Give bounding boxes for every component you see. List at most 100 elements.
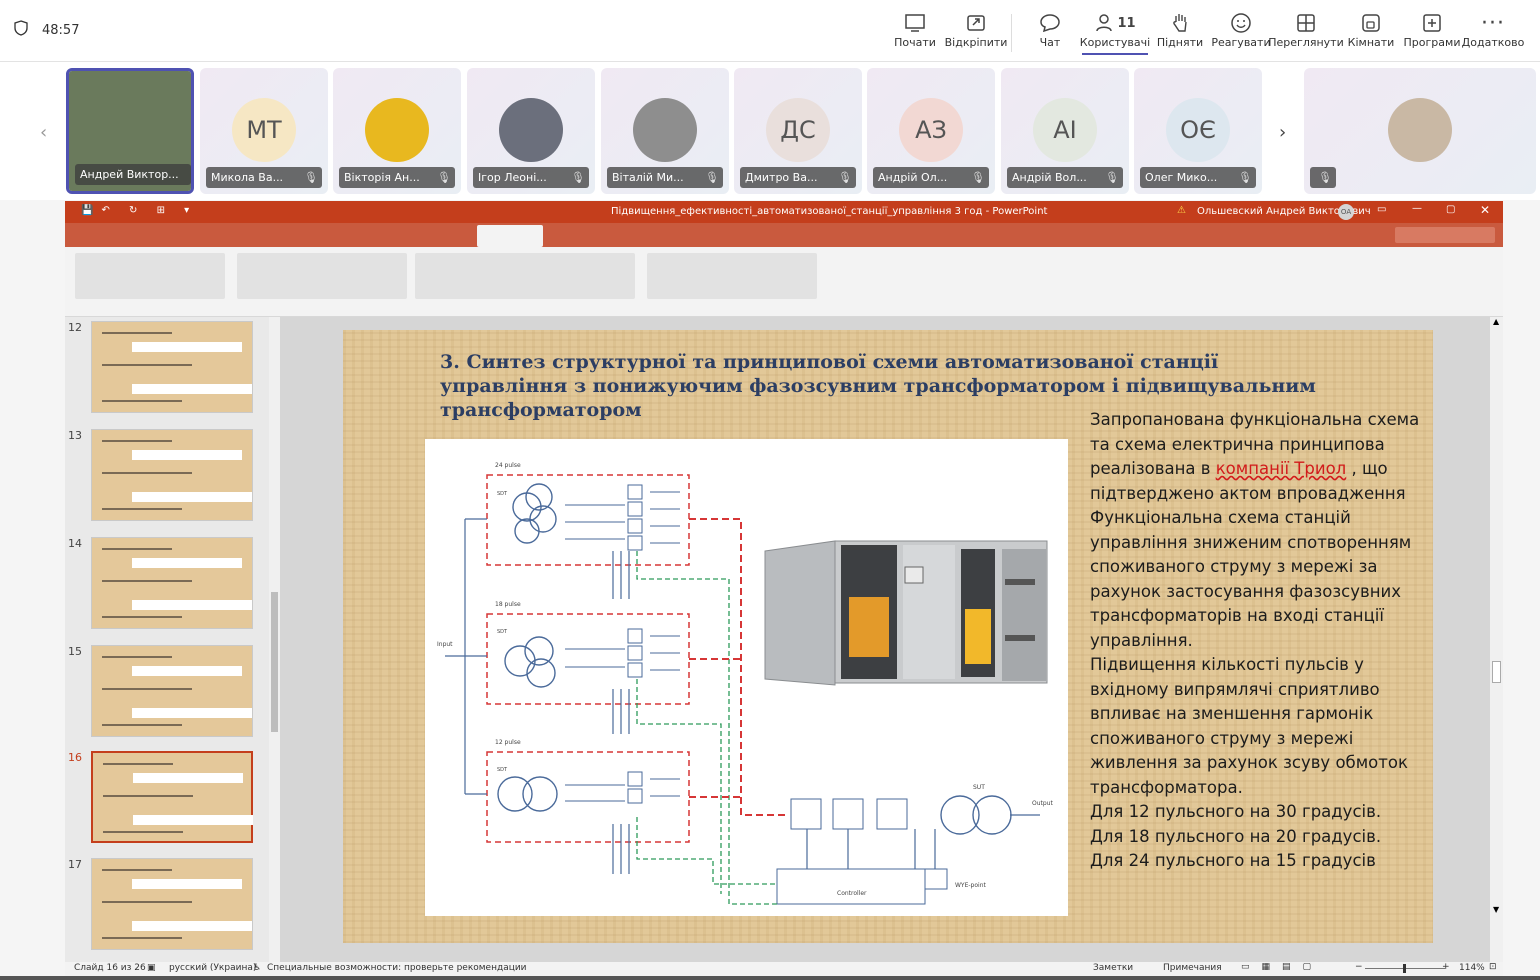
- spellcheck-icon[interactable]: ▣: [147, 963, 156, 973]
- meeting-info: 48:57: [14, 20, 79, 40]
- chevron-right-icon[interactable]: ›: [1279, 122, 1286, 143]
- slide-thumbnail[interactable]: [91, 321, 253, 413]
- schematic-image: 24 pulse 18 pulse 12 pulse SDT SDT SDT I…: [425, 439, 1068, 916]
- scroll-up-icon[interactable]: ▲: [1493, 317, 1499, 326]
- meeting-actions: Почати Відкріпити Чат 11 Користувачі Під…: [883, 10, 1525, 55]
- react-button[interactable]: Реагувати: [1211, 10, 1271, 49]
- scroll-down-icon[interactable]: ▼: [1493, 905, 1499, 914]
- comments-button[interactable]: Примечания: [1163, 963, 1222, 973]
- rooms-button[interactable]: Кімнати: [1342, 10, 1400, 49]
- zoom-out-icon[interactable]: −: [1355, 962, 1363, 972]
- more-button[interactable]: ··· Додатково: [1462, 10, 1525, 50]
- participant-tile[interactable]: Віталій Ми... 🎙: [601, 68, 729, 194]
- svg-text:WYE-point: WYE-point: [955, 882, 987, 889]
- minimize-icon[interactable]: —: [1412, 203, 1422, 214]
- language-status[interactable]: русский (Украина): [169, 963, 256, 973]
- fit-slide-icon[interactable]: ⊡: [1489, 962, 1497, 972]
- start-video-button[interactable]: Почати: [886, 10, 944, 49]
- slide-thumbnail[interactable]: [91, 858, 253, 950]
- slide-scrollbar[interactable]: ▲ ▼: [1490, 317, 1503, 962]
- mic-muted-icon: 🎙: [571, 171, 585, 184]
- thumbnail-scrollbar[interactable]: [269, 317, 280, 962]
- zoom-slider[interactable]: [1365, 964, 1445, 973]
- ribbon-share-button[interactable]: [1395, 227, 1495, 243]
- participant-name: Андрій Вол... 🎙: [1007, 167, 1123, 188]
- label-18-pulse: 18 pulse: [495, 601, 521, 608]
- thumbnail-number: 14: [68, 537, 82, 550]
- pulse-18-text: Для 18 пульсного на 20 градусів.: [1090, 826, 1382, 846]
- thumbnail-content: [102, 656, 172, 658]
- mic-muted-icon: 🎙: [437, 171, 451, 184]
- thumbnail-scroll-thumb[interactable]: [271, 592, 278, 732]
- thumbnail-content: [102, 548, 172, 550]
- accessibility-status[interactable]: Специальные возможности: проверьте реком…: [267, 963, 527, 973]
- ribbon-tab-active[interactable]: [477, 225, 543, 247]
- zoom-in-icon[interactable]: +: [1442, 962, 1450, 972]
- ribbon-group[interactable]: [237, 253, 407, 299]
- slide-scroll-thumb[interactable]: [1492, 661, 1501, 683]
- thumbnail-content: [132, 879, 242, 889]
- thumbnail-content: [102, 688, 192, 690]
- thumbnail-content: [133, 773, 243, 783]
- slide-thumbnail[interactable]: [91, 645, 253, 737]
- thumbnail-content: [102, 724, 182, 726]
- thumbnail-content: [132, 492, 252, 502]
- close-icon[interactable]: ✕: [1480, 203, 1490, 217]
- ribbon-tabs[interactable]: [65, 223, 1503, 247]
- participant-count: 11: [1117, 15, 1136, 31]
- participant-tile[interactable]: ОЄ Олег Мико... 🎙: [1134, 68, 1262, 194]
- mic-muted-icon: 🎙: [705, 171, 719, 184]
- accessibility-icon[interactable]: ♿: [253, 963, 261, 973]
- pulse-12-text: Для 12 пульсного на 30 градусів.: [1090, 802, 1382, 821]
- slide-thumbnail[interactable]: [91, 537, 253, 629]
- ribbon-group[interactable]: [75, 253, 225, 299]
- view-switcher[interactable]: ▭▦▤▢: [1241, 962, 1323, 972]
- unpin-button[interactable]: Відкріпити: [945, 10, 1007, 49]
- ribbon-display-icon[interactable]: ▭: [1377, 204, 1386, 215]
- maximize-icon[interactable]: ▢: [1446, 204, 1455, 215]
- quick-access-toolbar[interactable]: 💾↶ ↻ ⊞ ▾: [81, 205, 197, 216]
- people-button[interactable]: 11 Користувачі: [1080, 10, 1150, 55]
- zoom-slider-thumb[interactable]: [1403, 964, 1406, 973]
- react-icon: [1230, 10, 1252, 36]
- zoom-level[interactable]: 114%: [1459, 963, 1485, 973]
- warning-icon: ⚠: [1177, 205, 1186, 216]
- participant-tile[interactable]: Ігор Леоні... 🎙: [467, 68, 595, 194]
- participant-tile[interactable]: 🎙: [1304, 68, 1536, 194]
- thumbnail-content: [102, 364, 192, 366]
- thumbnail-content: [133, 815, 253, 825]
- slide-canvas[interactable]: 3. Синтез структурної та принципової схе…: [280, 317, 1490, 962]
- participant-tile[interactable]: ДС Дмитро Ва... 🎙: [734, 68, 862, 194]
- thumbnail-content: [102, 472, 192, 474]
- thumbnail-content: [132, 450, 242, 460]
- notes-button[interactable]: Заметки: [1093, 963, 1133, 973]
- raise-hand-button[interactable]: Підняти: [1151, 10, 1209, 49]
- view-button[interactable]: Переглянути: [1268, 10, 1344, 49]
- participant-tile[interactable]: АЗ Андрій Ол... 🎙: [867, 68, 995, 194]
- participant-tile[interactable]: МТ Микола Ва... 🎙: [200, 68, 328, 194]
- participant-tile[interactable]: Вікторія Ан... 🎙: [333, 68, 461, 194]
- chevron-left-icon[interactable]: ‹: [40, 122, 47, 143]
- svg-text:SDT: SDT: [497, 491, 508, 497]
- participant-name: Віталій Ми... 🎙: [607, 167, 723, 188]
- thumbnail-number: 17: [68, 858, 82, 871]
- slide-thumbnails: 12 13 14 15 16 17: [65, 317, 280, 962]
- ribbon-group[interactable]: [415, 253, 635, 299]
- chat-button[interactable]: Чат: [1021, 10, 1079, 49]
- participant-avatar: ОЄ: [1166, 98, 1230, 162]
- cabinet-photo: [764, 540, 1048, 686]
- slide-body-text[interactable]: Запропанована функціональна схема та схе…: [1090, 408, 1420, 874]
- participant-tile[interactable]: АІ Андрій Вол... 🎙: [1001, 68, 1129, 194]
- apps-button[interactable]: Програми: [1403, 10, 1461, 49]
- people-icon: 11: [1094, 10, 1136, 36]
- slide[interactable]: 3. Синтез структурної та принципової схе…: [343, 330, 1433, 943]
- slide-thumbnail[interactable]: [91, 429, 253, 521]
- slide-thumbnail[interactable]: [91, 751, 253, 843]
- thumbnail-content: [132, 384, 252, 394]
- taskbar-edge: [0, 976, 1540, 980]
- ribbon-group[interactable]: [647, 253, 817, 299]
- teams-toolbar: 48:57 Почати Відкріпити Чат 11 Користува…: [0, 0, 1540, 62]
- participant-avatar: МТ: [232, 98, 296, 162]
- participant-photo: [365, 98, 429, 162]
- participant-tile[interactable]: Андрей Виктор...: [66, 68, 194, 194]
